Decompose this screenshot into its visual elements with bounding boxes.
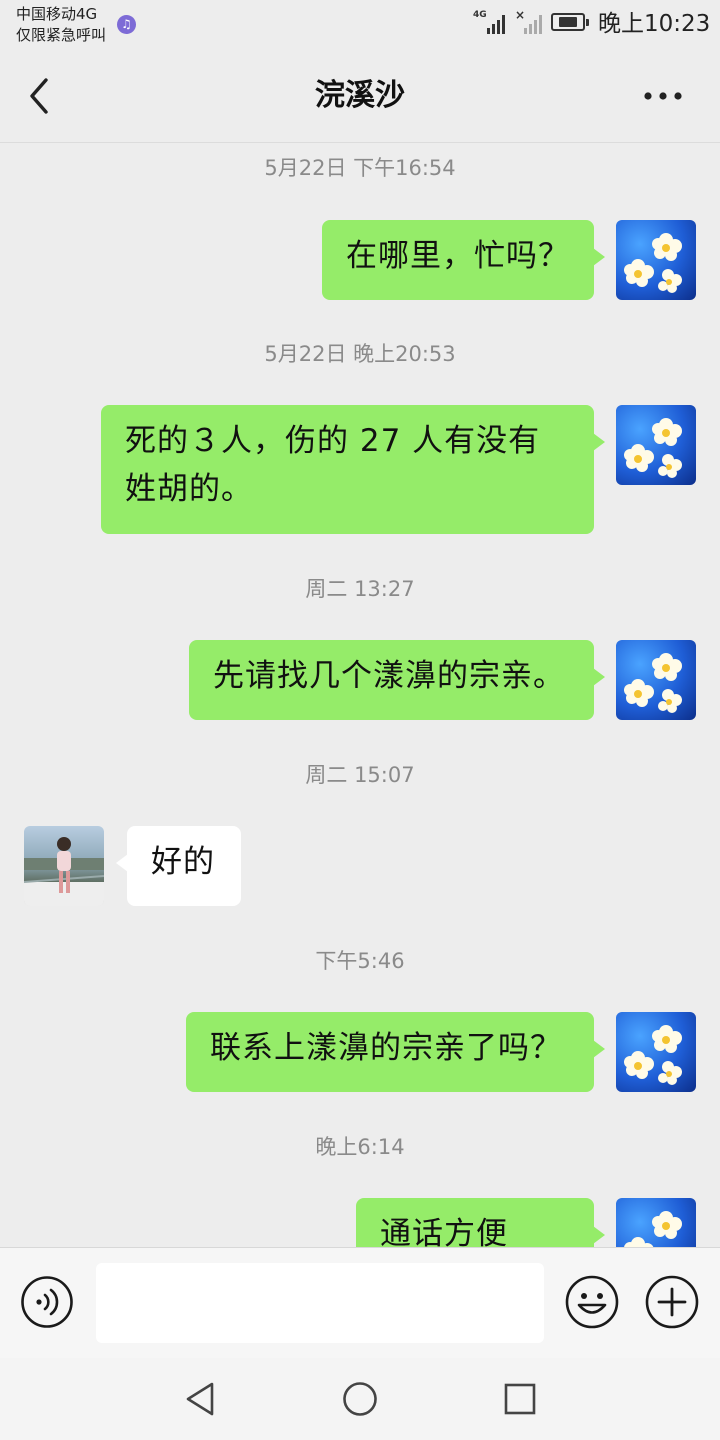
message-timestamp: 周二 15:07 xyxy=(305,763,415,787)
flower-avatar-image xyxy=(624,233,682,293)
message-timestamp: 晚上6:14 xyxy=(315,1135,405,1159)
more-dots-icon[interactable] xyxy=(640,76,686,116)
message-input[interactable] xyxy=(96,1263,544,1343)
my-avatar[interactable] xyxy=(616,1012,696,1092)
outgoing-message[interactable]: 在哪里，忙吗？ xyxy=(322,220,605,300)
my-avatar[interactable] xyxy=(616,640,696,720)
message-input-bar xyxy=(0,1247,720,1358)
message-timestamp: 下午5:46 xyxy=(315,949,405,973)
battery-icon xyxy=(551,13,589,31)
chat-header: 浣溪沙 xyxy=(0,50,720,143)
my-avatar[interactable] xyxy=(616,1198,696,1247)
voice-icon[interactable] xyxy=(20,1275,74,1329)
flower-avatar-image xyxy=(624,1211,682,1247)
chat-messages[interactable]: 5月22日 下午16:54 在哪里，忙吗？ 5月22日 晚上20:53 死的３人… xyxy=(0,143,720,1247)
chat-title: 浣溪沙 xyxy=(315,78,405,113)
nav-back-icon[interactable] xyxy=(182,1380,218,1418)
outgoing-message[interactable]: 先请找几个漾濞的宗亲。 xyxy=(189,640,605,720)
contact-avatar[interactable] xyxy=(24,826,104,906)
outgoing-message[interactable]: 通话方便吗？ xyxy=(356,1198,605,1247)
no-signal-icon: × xyxy=(515,8,542,34)
flower-avatar-image xyxy=(624,1025,682,1085)
my-avatar[interactable] xyxy=(616,220,696,300)
message-timestamp: 周二 13:27 xyxy=(305,577,415,601)
outgoing-message[interactable]: 联系上漾濞的宗亲了吗？ xyxy=(186,1012,605,1092)
outgoing-message[interactable]: 死的３人，伤的 27 人有没有姓胡的。 xyxy=(101,405,605,534)
system-navigation-bar xyxy=(0,1358,720,1440)
carrier-note: 仅限紧急呼叫 xyxy=(16,26,107,44)
emoji-icon[interactable] xyxy=(564,1274,620,1330)
flower-avatar-image xyxy=(624,418,682,478)
carrier-name: 中国移动4G xyxy=(16,5,98,23)
signal-strength-icon: 4G xyxy=(473,10,509,34)
status-bar: 中国移动4G 仅限紧急呼叫 ♫ 4G × 晚上10:23 xyxy=(0,0,720,50)
nav-home-icon[interactable] xyxy=(341,1380,379,1418)
person-avatar-image xyxy=(24,837,104,906)
message-timestamp: 5月22日 晚上20:53 xyxy=(264,342,456,366)
flower-avatar-image xyxy=(624,653,682,713)
my-avatar[interactable] xyxy=(616,405,696,485)
incoming-message[interactable]: 好的 xyxy=(116,826,241,906)
plus-icon[interactable] xyxy=(644,1274,700,1330)
message-timestamp: 5月22日 下午16:54 xyxy=(264,156,456,180)
nav-recent-icon[interactable] xyxy=(503,1381,537,1417)
music-icon: ♫ xyxy=(117,15,136,34)
status-time: 晚上10:23 xyxy=(598,11,711,37)
network-type-label: 4G xyxy=(473,10,487,20)
